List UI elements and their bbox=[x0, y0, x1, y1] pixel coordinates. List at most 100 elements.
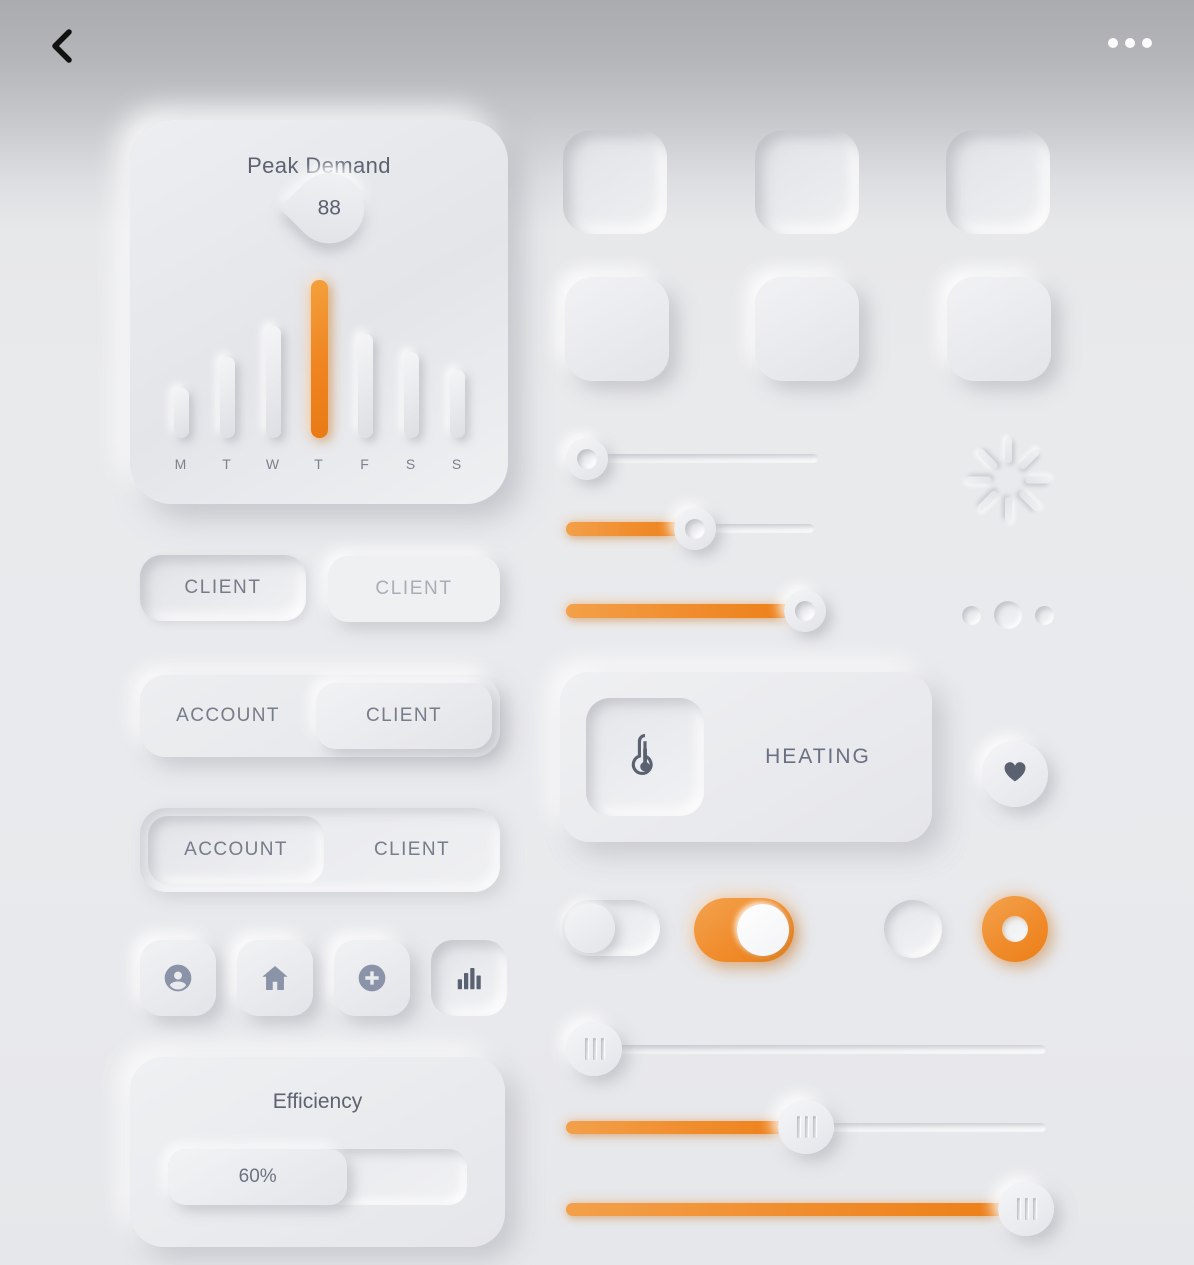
grip-slider-1-track bbox=[566, 1045, 1046, 1054]
grip-line-1 bbox=[584, 1038, 588, 1060]
grip-line-2 bbox=[1024, 1198, 1028, 1220]
grip-slider-2-knob[interactable] bbox=[778, 1100, 834, 1154]
bar bbox=[173, 387, 189, 438]
toggle-switch-off[interactable] bbox=[562, 900, 660, 956]
bar-column[interactable] bbox=[300, 258, 338, 438]
bar-label: M bbox=[174, 456, 188, 472]
bar-column[interactable] bbox=[438, 258, 476, 438]
client-button-pressed[interactable]: CLIENT bbox=[140, 555, 306, 621]
square-tile-1[interactable] bbox=[563, 130, 667, 234]
square-tile-2[interactable] bbox=[755, 130, 859, 234]
more-dot-2 bbox=[1125, 38, 1135, 48]
grip-line-1 bbox=[1016, 1198, 1020, 1220]
dot-indicator-3[interactable] bbox=[1035, 605, 1054, 625]
user-icon bbox=[162, 962, 194, 994]
spinner-spoke bbox=[1025, 476, 1051, 484]
bar bbox=[449, 369, 465, 438]
peak-demand-bars bbox=[162, 258, 476, 438]
back-button[interactable] bbox=[38, 22, 86, 70]
spinner-spoke bbox=[976, 489, 999, 513]
user-icon-button[interactable] bbox=[140, 940, 216, 1016]
grip-slider-3-fill bbox=[566, 1203, 1016, 1216]
segment-account-2-selected[interactable]: ACCOUNT bbox=[148, 816, 324, 884]
round-slider-2[interactable] bbox=[566, 508, 814, 550]
peak-demand-card: Peak Demand 88 MTWTFSS bbox=[130, 120, 508, 504]
efficiency-card: Efficiency 60% bbox=[130, 1057, 505, 1247]
add-icon-button[interactable] bbox=[334, 940, 410, 1016]
chart-icon-button[interactable] bbox=[431, 940, 507, 1016]
client-button-raised[interactable]: CLIENT bbox=[328, 556, 500, 622]
square-tile-5[interactable] bbox=[755, 277, 859, 381]
toggle-on-knob bbox=[737, 904, 789, 956]
radio-on-inner bbox=[1002, 916, 1028, 942]
toggle-off-knob bbox=[565, 903, 615, 953]
segmented-control-account-client-1[interactable]: ACCOUNT CLIENT bbox=[140, 675, 500, 757]
round-slider-3-fill bbox=[566, 604, 798, 618]
spinner-spoke bbox=[1018, 447, 1041, 471]
grip-slider-3[interactable] bbox=[566, 1182, 1054, 1236]
square-tile-3[interactable] bbox=[946, 130, 1050, 234]
grip-slider-1[interactable] bbox=[566, 1022, 1046, 1076]
peak-demand-value-bubble: 88 bbox=[279, 158, 379, 258]
bar-column[interactable] bbox=[346, 258, 384, 438]
grip-line-3 bbox=[600, 1038, 604, 1060]
chevron-left-icon bbox=[47, 29, 77, 63]
bar-label: F bbox=[360, 456, 370, 472]
bar-label: W bbox=[265, 456, 281, 472]
dot-indicator-1[interactable] bbox=[962, 605, 981, 625]
round-slider-1[interactable] bbox=[566, 438, 818, 480]
efficiency-title: Efficiency bbox=[272, 1090, 363, 1113]
spinner-spoke bbox=[1005, 497, 1012, 522]
segment-client-2[interactable]: CLIENT bbox=[324, 808, 500, 892]
square-tile-6[interactable] bbox=[947, 277, 1051, 381]
square-tile-4[interactable] bbox=[565, 277, 669, 381]
bar-column[interactable] bbox=[254, 258, 292, 438]
segmented-control-account-client-2[interactable]: ACCOUNT CLIENT bbox=[140, 808, 500, 892]
round-slider-1-knob[interactable] bbox=[566, 438, 608, 480]
three-dots-indicator[interactable] bbox=[962, 598, 1054, 632]
bar-column[interactable] bbox=[162, 258, 200, 438]
bar-label: S bbox=[405, 456, 417, 472]
more-dot-1 bbox=[1108, 38, 1118, 48]
home-icon-button[interactable] bbox=[237, 940, 313, 1016]
toggle-switch-on[interactable] bbox=[694, 898, 794, 962]
grip-line-1 bbox=[796, 1116, 800, 1138]
heating-card[interactable]: HEATING bbox=[560, 672, 932, 842]
plus-circle-icon bbox=[356, 962, 388, 994]
grip-slider-3-knob[interactable] bbox=[998, 1182, 1054, 1236]
bar-column[interactable] bbox=[208, 258, 246, 438]
bar-label: S bbox=[451, 456, 463, 472]
bar-column[interactable] bbox=[392, 258, 430, 438]
spinner-spoke bbox=[966, 476, 992, 484]
more-dot-3 bbox=[1142, 38, 1152, 48]
ui-kit-canvas: Peak Demand 88 MTWTFSS CLIENT CLIENT ACC… bbox=[0, 0, 1194, 1265]
radio-button-off[interactable] bbox=[884, 900, 942, 958]
efficiency-progress-track[interactable]: 60% bbox=[168, 1149, 467, 1205]
more-options-button[interactable] bbox=[1108, 32, 1152, 54]
grip-slider-1-knob[interactable] bbox=[566, 1022, 622, 1076]
bar-label: T bbox=[222, 456, 232, 472]
peak-demand-axis-labels: MTWTFSS bbox=[162, 456, 476, 472]
loading-spinner-icon bbox=[960, 432, 1056, 528]
heating-icon-box bbox=[586, 698, 704, 816]
radio-button-on[interactable] bbox=[982, 896, 1048, 962]
grip-slider-2[interactable] bbox=[566, 1100, 1046, 1154]
favorite-button[interactable] bbox=[982, 741, 1048, 807]
bar bbox=[357, 333, 373, 438]
bar bbox=[265, 326, 281, 438]
spinner-spoke bbox=[1018, 489, 1041, 513]
bar-label: T bbox=[314, 456, 324, 472]
round-slider-3[interactable] bbox=[566, 590, 828, 632]
segment-client-1-selected[interactable]: CLIENT bbox=[316, 683, 492, 749]
segment-account-1[interactable]: ACCOUNT bbox=[140, 675, 316, 757]
round-slider-2-knob[interactable] bbox=[674, 508, 716, 550]
grip-line-3 bbox=[812, 1116, 816, 1138]
thermometer-icon bbox=[624, 732, 666, 783]
grip-line-3 bbox=[1032, 1198, 1036, 1220]
round-slider-3-knob[interactable] bbox=[784, 590, 826, 632]
home-icon bbox=[259, 962, 291, 994]
grip-slider-2-fill bbox=[566, 1121, 806, 1134]
dot-indicator-2-active[interactable] bbox=[994, 601, 1022, 629]
bar-chart-icon bbox=[454, 963, 484, 993]
efficiency-progress-fill: 60% bbox=[168, 1149, 348, 1205]
